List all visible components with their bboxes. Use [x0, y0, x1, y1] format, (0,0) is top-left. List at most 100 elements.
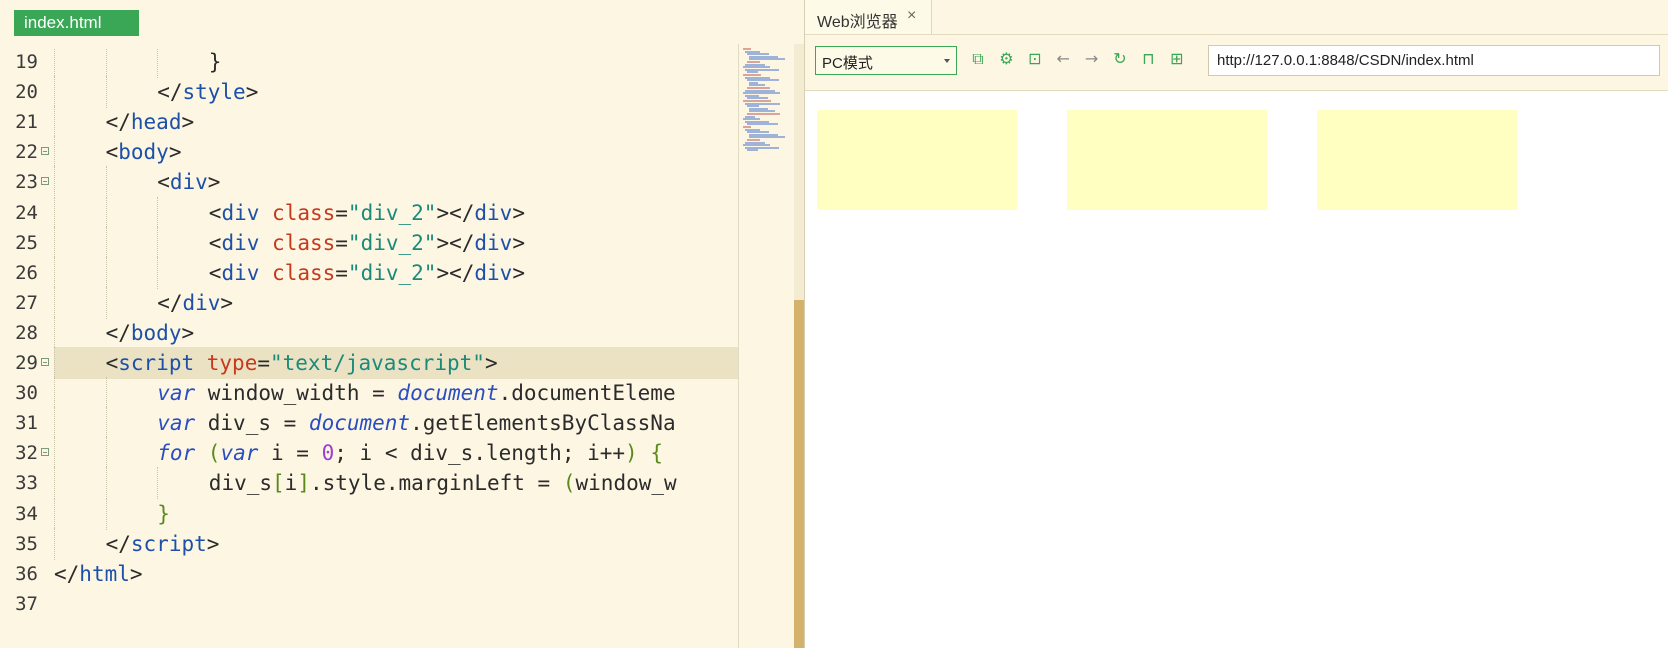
code-text: var window_width = document.documentElem… — [157, 377, 675, 409]
code-token: script — [130, 531, 207, 556]
indent-guide — [54, 437, 55, 470]
indent-guide — [105, 48, 107, 78]
fold-toggle-icon[interactable] — [41, 147, 49, 156]
code-line[interactable]: 27 </div> — [0, 286, 738, 319]
tab-web-browser[interactable]: Web浏览器 × — [805, 0, 932, 34]
code-text: <div class="div_2"></div> — [209, 197, 525, 229]
code-text: <script type="text/javascript"> — [106, 347, 498, 379]
code-text: var div_s = document.getElementsByClassN… — [157, 407, 675, 439]
indent-guide — [54, 286, 55, 319]
code-line[interactable]: 37 — [0, 588, 738, 620]
file-tab-index-html[interactable]: index.html — [14, 10, 139, 36]
indent-guide — [105, 286, 107, 319]
line-gutter: 31 — [0, 407, 54, 439]
code-token: > — [512, 200, 525, 225]
code-token: ; i < div_s.length; i++ — [334, 441, 626, 466]
qrcode-icon[interactable]: ⊞ — [1166, 48, 1188, 70]
code-line[interactable]: 19} — [0, 48, 738, 78]
editor-tab-bar: index.html — [0, 0, 804, 40]
fold-toggle-icon[interactable] — [41, 448, 49, 457]
code-line[interactable]: 23 <div> — [0, 166, 738, 199]
line-number: 32 — [15, 442, 38, 465]
code-line[interactable]: 36 </html> — [0, 558, 738, 590]
code-line[interactable]: 33 div_s[i].style.marginLeft = (window_w — [0, 467, 738, 500]
page-viewport — [805, 91, 1668, 648]
code-line[interactable]: 26 <div class="div_2"></div> — [0, 256, 738, 289]
line-number: 20 — [15, 81, 38, 104]
close-icon[interactable]: × — [907, 7, 916, 25]
line-number: 29 — [15, 352, 38, 374]
url-input[interactable]: http://127.0.0.1:8848/CSDN/index.html — [1208, 45, 1660, 76]
code-line[interactable]: 22 <body> — [0, 136, 738, 169]
indent-guide — [54, 377, 55, 410]
code-token: < — [208, 260, 222, 285]
code-line[interactable]: 29 <script type="text/javascript"> — [0, 347, 738, 379]
browser-toolbar: PC模式 http://127.0.0.1:8848/CSDN/index.ht… — [805, 35, 1668, 91]
code-line[interactable]: 20 </style> — [0, 76, 738, 109]
code-token: div — [474, 200, 513, 225]
code-token: "div_2" — [347, 200, 437, 225]
code-token: div — [169, 170, 208, 195]
line-number: 33 — [15, 472, 38, 495]
code-token: window_w — [575, 471, 677, 496]
indent-guide — [157, 226, 159, 259]
code-line[interactable]: 34} — [0, 497, 738, 530]
code-line[interactable]: 30 var window_width = document.documentEl… — [0, 377, 738, 410]
code-token: div_s = — [195, 411, 309, 436]
web-browser-pane: Web浏览器 × PC模式 http://127.0.0.1:8848/CSDN… — [805, 0, 1668, 648]
code-token: class — [272, 230, 336, 255]
code-token: i = — [258, 441, 322, 466]
code-line[interactable]: 21 </head> — [0, 106, 738, 139]
indent-guide — [157, 48, 159, 78]
code-token: > — [207, 170, 221, 195]
lock-icon[interactable]: ⊓ — [1137, 48, 1159, 70]
code-token: div — [221, 260, 260, 285]
code-token: > — [168, 140, 182, 165]
refresh-icon[interactable]: ↻ — [1109, 48, 1131, 70]
line-number: 35 — [15, 532, 38, 555]
indent-guide — [54, 527, 55, 560]
editor-scrollbar-thumb[interactable] — [794, 300, 804, 648]
code-token: = — [257, 351, 270, 375]
line-number: 25 — [15, 231, 38, 254]
forward-icon[interactable]: → — [1081, 48, 1103, 70]
code-token: < — [208, 230, 222, 255]
rendered-div-box — [1317, 110, 1517, 210]
code-area[interactable]: 19} 20 </style> 21 </head> 22 <body> 23 <div> 24 <… — [0, 48, 738, 648]
line-gutter: 19 — [0, 48, 54, 78]
indent-guide — [105, 226, 107, 259]
indent-guide — [54, 48, 55, 78]
code-token: .style.marginLeft = — [309, 471, 563, 496]
code-line[interactable]: 35 </script> — [0, 527, 738, 560]
indent-guide — [54, 196, 55, 229]
code-token: </ — [105, 110, 131, 135]
code-line[interactable]: 31 var div_s = document.getElementsByClas… — [0, 407, 738, 440]
settings-icon[interactable]: ⚙ — [995, 48, 1017, 70]
open-external-icon[interactable]: ⧉ — [967, 48, 989, 70]
code-token: 0 — [321, 441, 335, 466]
code-token: > — [206, 531, 220, 556]
fold-toggle-icon[interactable] — [41, 177, 49, 186]
code-token: head — [130, 110, 182, 135]
code-line[interactable]: 32 for (var i = 0; i < div_s.length; i++)… — [0, 437, 738, 470]
indent-guide — [54, 347, 55, 379]
code-token: </ — [157, 290, 183, 315]
back-icon[interactable]: ← — [1052, 48, 1074, 70]
indent-guide — [54, 166, 55, 199]
line-gutter: 21 — [0, 106, 54, 138]
code-token: i — [284, 471, 298, 496]
code-token: div_s — [208, 471, 273, 496]
console-icon[interactable]: ⊡ — [1024, 48, 1046, 70]
code-line[interactable]: 24 <div class="div_2"></div> — [0, 196, 738, 229]
code-line[interactable]: 25 <div class="div_2"></div> — [0, 226, 738, 259]
minimap[interactable] — [738, 44, 794, 648]
line-gutter: 37 — [0, 588, 54, 620]
code-token: </ — [157, 80, 183, 105]
indent-guide — [54, 467, 55, 500]
fold-toggle-icon[interactable] — [41, 358, 49, 366]
mode-select[interactable]: PC模式 — [815, 46, 957, 75]
code-line[interactable]: 28 </body> — [0, 316, 738, 349]
